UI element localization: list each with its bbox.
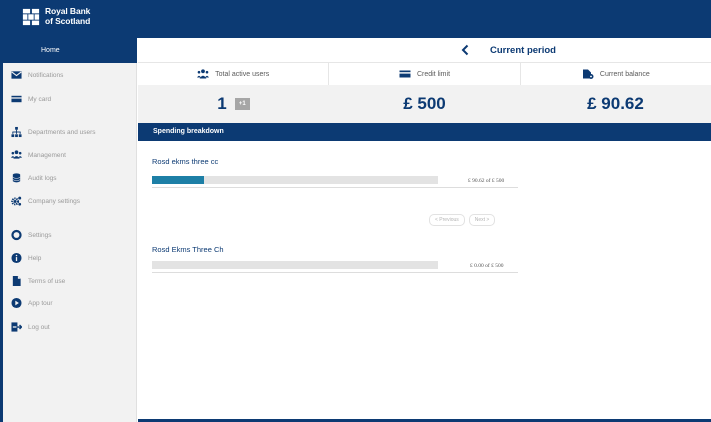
card-name[interactable]: Rosd ekms three cc [152,157,218,166]
sidebar-item-label: Settings [28,231,52,239]
spending-bar-track [152,176,438,184]
divider [152,272,518,273]
stat-current-balance: Current balance [521,63,711,85]
sidebar-item-label: Company settings [28,197,81,205]
gears-icon [11,196,22,207]
page-title: Current period [490,45,556,56]
active-users-count: 1 [217,94,227,113]
sidebar-item-terms-of-use[interactable]: Terms of use [3,271,137,291]
sidebar-item-notifications[interactable]: Notifications [3,65,137,85]
previous-page-button[interactable]: < Previous [429,214,465,226]
pagination: < Previous Next > [429,214,496,226]
sidebar-item-company-settings[interactable]: Company settings [3,191,137,211]
sidebar-item-departments-and-users[interactable]: Departments and users [3,122,137,142]
logout-icon [11,322,22,333]
spending-breakdown-header: Spending breakdown [138,123,711,141]
divider [152,187,518,188]
rbs-logo[interactable]: Royal Bank of Scotland [22,6,91,26]
org-chart-icon [11,126,22,138]
sidebar-item-settings[interactable]: Settings [3,225,137,245]
sidebar-item-label: Audit logs [28,174,57,182]
database-icon [11,173,22,184]
current-balance-value-cell: £ 90.62 [520,85,711,123]
daisy-logo-icon [22,8,40,25]
envelope-icon [11,70,22,81]
sidebar-item-help[interactable]: Help [3,248,137,268]
sidebar-item-home[interactable]: Home [3,38,137,63]
spending-bar-fill [152,176,204,184]
play-icon [11,297,22,309]
stat-label: Total active users [215,70,270,78]
sidebar-item-label: Departments and users [28,128,96,136]
spending-amount: £ 90.62 of £ 500 [468,178,505,184]
sidebar-item-app-tour[interactable]: App tour [3,293,137,313]
info-icon [11,252,22,264]
credit-limit-value-cell: £ 500 [329,85,520,123]
settings-icon [11,229,22,241]
credit-limit-value: £ 500 [403,94,446,113]
card-icon [399,70,411,78]
balance-icon [582,69,594,79]
sidebar-item-management[interactable]: Management [3,145,137,165]
users-icon [11,150,22,161]
current-balance-value: £ 90.62 [587,94,644,113]
sidebar-item-my-card[interactable]: My card [3,89,137,109]
sidebar-item-label: Notifications [28,71,64,79]
sidebar-item-label: My card [28,95,52,103]
sidebar-item-log-out[interactable]: Log out [3,317,137,337]
sidebar-item-audit-logs[interactable]: Audit logs [3,168,137,188]
next-page-button[interactable]: Next > [468,214,496,226]
spending-amount: £ 0.00 of £ 500 [470,263,504,269]
card-icon [11,94,22,105]
top-bar: Royal Bank of Scotland [0,0,711,38]
sidebar: Home Notifications My card Departments a… [3,38,137,422]
stat-total-active-users: Total active users [138,63,330,85]
app-window: Royal Bank of Scotland Home Notification… [0,0,711,422]
chevron-left-icon[interactable] [461,44,469,56]
stat-label: Credit limit [416,70,451,78]
sidebar-item-label: Terms of use [28,277,66,285]
stat-credit-limit: Credit limit [329,63,521,85]
sidebar-item-label: App tour [28,299,53,307]
stats-labels-row: Total active users Credit limit Current … [138,63,711,85]
users-icon [197,69,210,79]
document-icon [11,275,22,287]
period-header: Current period [138,38,711,63]
stats-values-row: 1 +1 £ 500 £ 90.62 [138,85,711,123]
sidebar-item-label: Log out [28,323,50,331]
sidebar-item-label: Management [28,151,66,159]
sidebar-item-label: Help [28,254,42,262]
card-name[interactable]: Rosd Ekms Three Ch [152,245,224,254]
sidebar-item-label: Home [41,47,60,54]
stat-label: Current balance [599,70,650,78]
brand-name-line2: of Scotland [45,15,91,26]
active-users-value-cell: 1 +1 [138,85,329,123]
active-users-plus-badge[interactable]: +1 [234,98,250,110]
spending-bar-track [152,261,438,269]
